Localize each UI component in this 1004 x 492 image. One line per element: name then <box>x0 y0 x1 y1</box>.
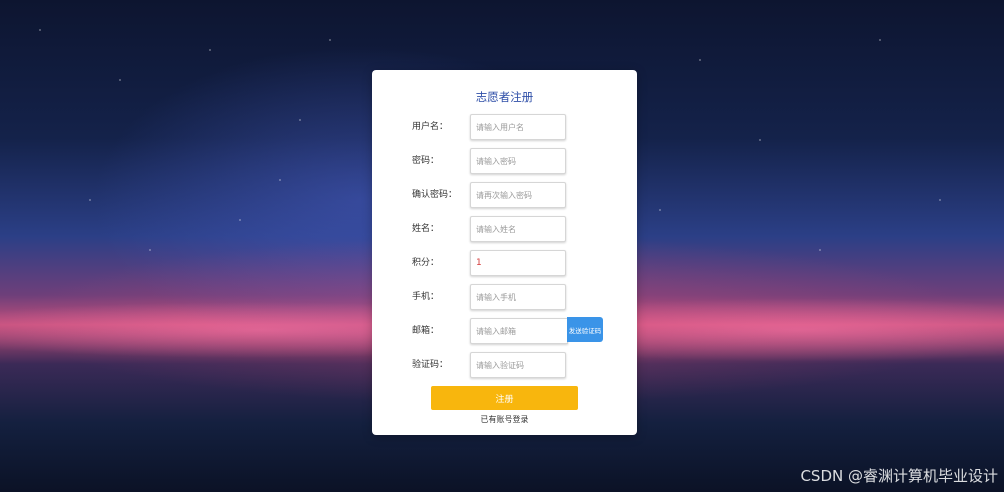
send-code-button[interactable]: 发送验证码 <box>567 317 603 342</box>
form-title: 志愿者注册 <box>475 90 534 104</box>
register-card: 志愿者注册 用户名： 密码： 确认密码： 姓名： 积分： 手机： 邮箱： 发送验… <box>372 70 637 435</box>
username-label: 用户名： <box>412 122 449 132</box>
email-input[interactable] <box>470 318 568 344</box>
watermark: CSDN @睿渊计算机毕业设计 <box>800 467 998 485</box>
password-row: 密码： <box>372 148 637 174</box>
name-input[interactable] <box>470 216 566 242</box>
confirm-password-label: 确认密码： <box>412 190 458 200</box>
username-row: 用户名： <box>372 114 637 140</box>
phone-row: 手机： <box>372 284 637 310</box>
verify-code-label: 验证码： <box>412 360 449 370</box>
verify-code-input[interactable] <box>470 352 566 378</box>
register-button[interactable]: 注册 <box>431 386 578 410</box>
points-input[interactable] <box>470 250 566 276</box>
login-link[interactable]: 已有账号登录 <box>372 414 637 425</box>
phone-label: 手机： <box>412 292 440 302</box>
points-row: 积分： <box>372 250 637 276</box>
email-label: 邮箱： <box>412 326 440 336</box>
password-input[interactable] <box>470 148 566 174</box>
name-label: 姓名： <box>412 224 440 234</box>
password-label: 密码： <box>412 156 440 166</box>
points-label: 积分： <box>412 258 440 268</box>
phone-input[interactable] <box>470 284 566 310</box>
verify-code-row: 验证码： <box>372 352 637 378</box>
email-row: 邮箱： 发送验证码 <box>372 317 637 344</box>
confirm-password-row: 确认密码： <box>372 182 637 208</box>
name-row: 姓名： <box>372 216 637 242</box>
confirm-password-input[interactable] <box>470 182 566 208</box>
username-input[interactable] <box>470 114 566 140</box>
